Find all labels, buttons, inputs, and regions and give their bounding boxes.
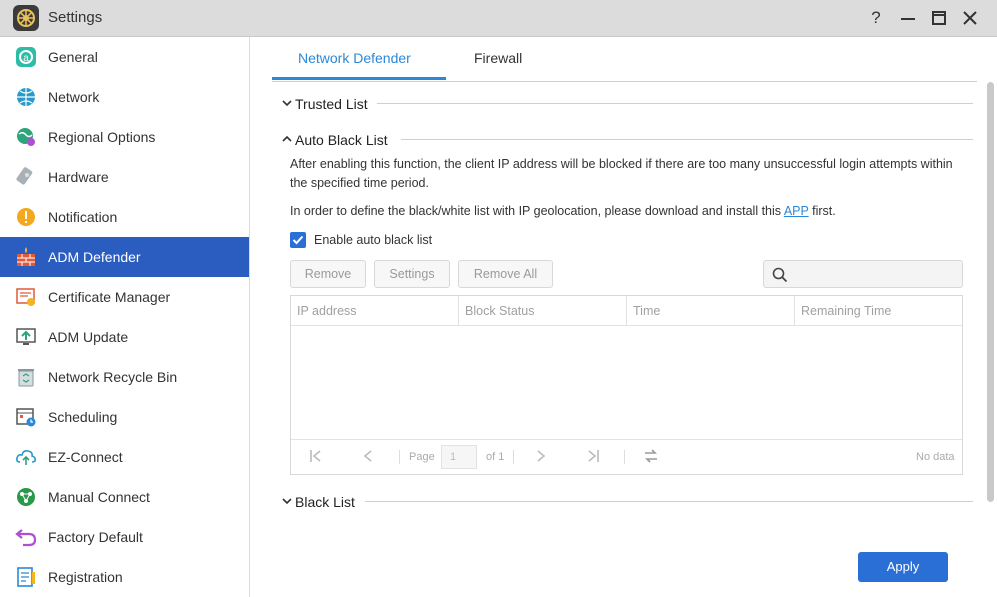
settings-button[interactable]: Settings xyxy=(374,260,450,288)
section-divider xyxy=(365,501,973,502)
certificate-icon xyxy=(16,288,35,306)
search-input[interactable] xyxy=(763,260,963,288)
hardware-icon xyxy=(16,167,33,185)
sidebar: a General Network Regional Options Hardw… xyxy=(0,37,250,597)
sidebar-item-label: Notification xyxy=(48,209,118,225)
geolocation-note-suffix: first. xyxy=(812,204,836,218)
sidebar-item-manual-connect[interactable]: Manual Connect xyxy=(0,477,249,517)
active-tab-indicator xyxy=(272,77,446,80)
svg-text:a: a xyxy=(23,53,29,64)
pager-separator xyxy=(624,450,625,464)
undo-icon xyxy=(15,529,37,547)
geolocation-note: In order to define the black/white list … xyxy=(290,202,960,221)
remove-button[interactable]: Remove xyxy=(290,260,366,288)
section-title: Auto Black List xyxy=(295,132,388,148)
enable-auto-black-list-label[interactable]: Enable auto black list xyxy=(314,233,432,247)
sidebar-item-label: Regional Options xyxy=(48,129,156,145)
close-icon[interactable] xyxy=(958,6,982,30)
tab-network-defender[interactable]: Network Defender xyxy=(298,50,411,66)
firewall-icon xyxy=(17,247,35,266)
sidebar-item-label: Registration xyxy=(48,569,123,585)
sidebar-item-adm-update[interactable]: ADM Update xyxy=(0,317,249,357)
sidebar-item-label: Certificate Manager xyxy=(48,289,171,305)
app-link[interactable]: APP xyxy=(784,204,809,218)
sidebar-item-adm-defender[interactable]: ADM Defender xyxy=(0,237,249,277)
checkmark-icon xyxy=(292,235,304,245)
page-count: of 1 xyxy=(486,451,505,463)
sidebar-item-ez-connect[interactable]: EZ-Connect xyxy=(0,437,249,477)
minimize-icon[interactable] xyxy=(896,6,920,30)
globe-icon xyxy=(17,88,35,106)
sidebar-item-hardware[interactable]: Hardware xyxy=(0,157,249,197)
sidebar-item-notification[interactable]: Notification xyxy=(0,197,249,237)
section-title: Trusted List xyxy=(295,96,368,112)
cloud-upload-icon xyxy=(16,450,36,465)
first-page-icon[interactable] xyxy=(309,448,323,469)
main-content: Network Defender Firewall Trusted List A… xyxy=(251,37,997,597)
window-title: Settings xyxy=(48,9,103,26)
refresh-icon[interactable] xyxy=(643,448,659,469)
pager-separator xyxy=(513,450,514,464)
sidebar-item-label: General xyxy=(48,49,98,65)
page-number-input[interactable]: 1 xyxy=(441,445,477,469)
chevron-up-icon xyxy=(282,135,292,142)
sidebar-item-label: Scheduling xyxy=(48,409,118,425)
notification-icon xyxy=(17,208,35,226)
general-icon: a xyxy=(16,47,36,67)
pager-separator xyxy=(399,450,400,464)
calendar-icon xyxy=(16,408,36,427)
sidebar-item-regional-options[interactable]: Regional Options xyxy=(0,117,249,157)
sidebar-item-label: Network Recycle Bin xyxy=(48,369,178,385)
last-page-icon[interactable] xyxy=(586,448,600,469)
auto-black-list-table: IP address Block Status Time Remaining T… xyxy=(290,295,963,475)
title-bar: Settings ? xyxy=(0,0,997,37)
regional-icon xyxy=(17,128,35,146)
recycle-bin-icon xyxy=(18,369,34,387)
tabs-divider xyxy=(272,81,977,82)
sidebar-item-network-recycle-bin[interactable]: Network Recycle Bin xyxy=(0,357,249,397)
auto-black-list-description: After enabling this function, the client… xyxy=(290,157,953,190)
enable-auto-black-list-checkbox[interactable] xyxy=(290,232,306,248)
no-data-status: No data xyxy=(916,451,955,463)
sidebar-item-label: Factory Default xyxy=(48,529,143,545)
sidebar-item-label: ADM Defender xyxy=(48,249,141,265)
column-header-time[interactable]: Time xyxy=(627,296,795,326)
sidebar-item-network[interactable]: Network xyxy=(0,77,249,117)
sidebar-item-factory-default[interactable]: Factory Default xyxy=(0,517,249,557)
column-header-block-status[interactable]: Block Status xyxy=(459,296,627,326)
registration-icon xyxy=(17,567,35,587)
sidebar-item-label: Manual Connect xyxy=(48,489,150,505)
sidebar-item-certificate-manager[interactable]: Certificate Manager xyxy=(0,277,249,317)
column-header-remaining-time[interactable]: Remaining Time xyxy=(795,296,962,326)
previous-page-icon[interactable] xyxy=(361,448,375,469)
maximize-icon[interactable] xyxy=(927,6,951,30)
sidebar-item-label: EZ-Connect xyxy=(48,449,123,465)
update-icon xyxy=(16,328,36,345)
apply-button[interactable]: Apply xyxy=(858,552,948,582)
next-page-icon[interactable] xyxy=(534,448,548,469)
manual-connect-icon xyxy=(17,488,35,506)
pagination-bar: Page 1 of 1 No data xyxy=(291,439,962,474)
sidebar-item-general[interactable]: a General xyxy=(0,37,249,77)
sidebar-item-label: Hardware xyxy=(48,169,109,185)
section-divider xyxy=(401,139,973,140)
section-title: Black List xyxy=(295,494,355,510)
sidebar-item-scheduling[interactable]: Scheduling xyxy=(0,397,249,437)
page-label: Page xyxy=(409,451,435,463)
chevron-down-icon xyxy=(282,498,292,505)
remove-all-button[interactable]: Remove All xyxy=(458,260,553,288)
section-divider xyxy=(377,103,973,104)
sidebar-item-registration[interactable]: Registration xyxy=(0,557,249,597)
help-icon[interactable]: ? xyxy=(864,6,888,30)
column-header-ip-address[interactable]: IP address xyxy=(291,296,459,326)
table-header: IP address Block Status Time Remaining T… xyxy=(291,296,962,326)
sidebar-item-label: Network xyxy=(48,89,100,105)
search-icon xyxy=(772,267,788,283)
geolocation-note-text: In order to define the black/white list … xyxy=(290,204,782,218)
sidebar-item-label: ADM Update xyxy=(48,329,129,345)
tab-firewall[interactable]: Firewall xyxy=(474,50,522,66)
chevron-down-icon xyxy=(282,100,292,107)
settings-app-icon xyxy=(13,5,39,31)
vertical-scrollbar[interactable] xyxy=(987,82,994,502)
